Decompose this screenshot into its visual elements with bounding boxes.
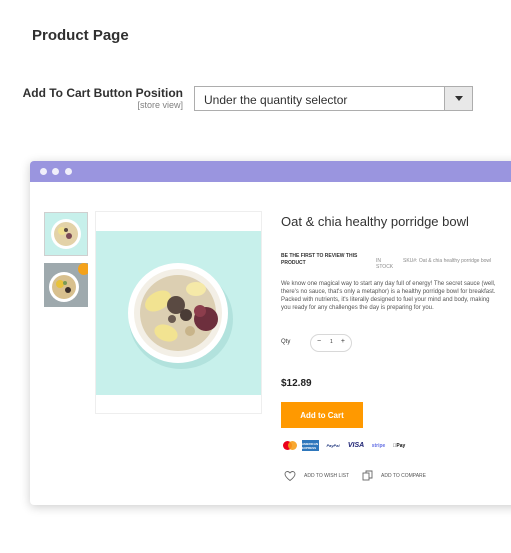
add-to-cart-button[interactable]: Add to Cart [281,402,363,428]
field-label-text: Add To Cart Button Position [22,86,183,100]
product-sku: SKU#: Oat & chia healthy porridge bowl [403,258,498,264]
visa-icon: VISA [347,442,365,449]
review-link[interactable]: BE THE FIRST TO REVIEW THIS PRODUCT [281,253,366,267]
select-value: Under the quantity selector [204,93,348,107]
product-main-image[interactable] [95,211,262,414]
mastercard-icon [281,440,297,451]
minus-icon[interactable]: − [317,338,321,345]
paypal-icon: PayPal [326,443,340,448]
porridge-alt-thumbnail-image [44,263,88,307]
add-to-compare[interactable]: ADD TO COMPARE [362,470,426,481]
apple-pay-icon: Pay [393,442,406,449]
plus-icon[interactable]: + [341,338,345,345]
qty-label: Qty [281,339,291,345]
porridge-bowl-image [128,263,233,369]
sku-value: Oat & chia healthy porridge bowl [418,258,492,264]
window-dot [40,168,47,175]
stock-status: IN STOCK [376,258,394,270]
button-position-select[interactable]: Under the quantity selector [194,86,473,111]
product-description: We know one magical way to start any day… [281,281,496,311]
product-price: $12.89 [281,378,312,389]
heart-icon [284,471,296,482]
window-dot [52,168,59,175]
chevron-down-icon[interactable] [444,87,472,110]
compare-label: ADD TO COMPARE [381,472,427,479]
window-dot [65,168,72,175]
qty-value[interactable]: 1 [330,339,333,345]
product-preview: Oat & chia healthy porridge bowl BE THE … [30,161,511,505]
field-scope: [store view] [137,100,183,110]
amex-icon: AMERICAN EXPRESS [302,440,319,451]
payment-methods: AMERICAN EXPRESS PayPal VISA stripe Pay [281,439,411,452]
sku-label: SKU#: [403,258,418,264]
thumbnail-1[interactable] [44,212,88,256]
stripe-icon: stripe [371,442,386,449]
wishlist-label: ADD TO WISH LIST [304,473,350,479]
quantity-stepper[interactable]: − 1 + [310,334,352,352]
field-label: Add To Cart Button Position [store view] [20,86,183,110]
thumbnail-2[interactable] [44,263,88,307]
preview-titlebar [30,161,511,182]
product-name: Oat & chia healthy porridge bowl [281,214,469,229]
add-to-wishlist[interactable]: ADD TO WISH LIST [284,470,349,482]
section-title: Product Page [32,27,129,44]
porridge-thumbnail-image [51,219,81,249]
compare-icon [362,470,373,481]
